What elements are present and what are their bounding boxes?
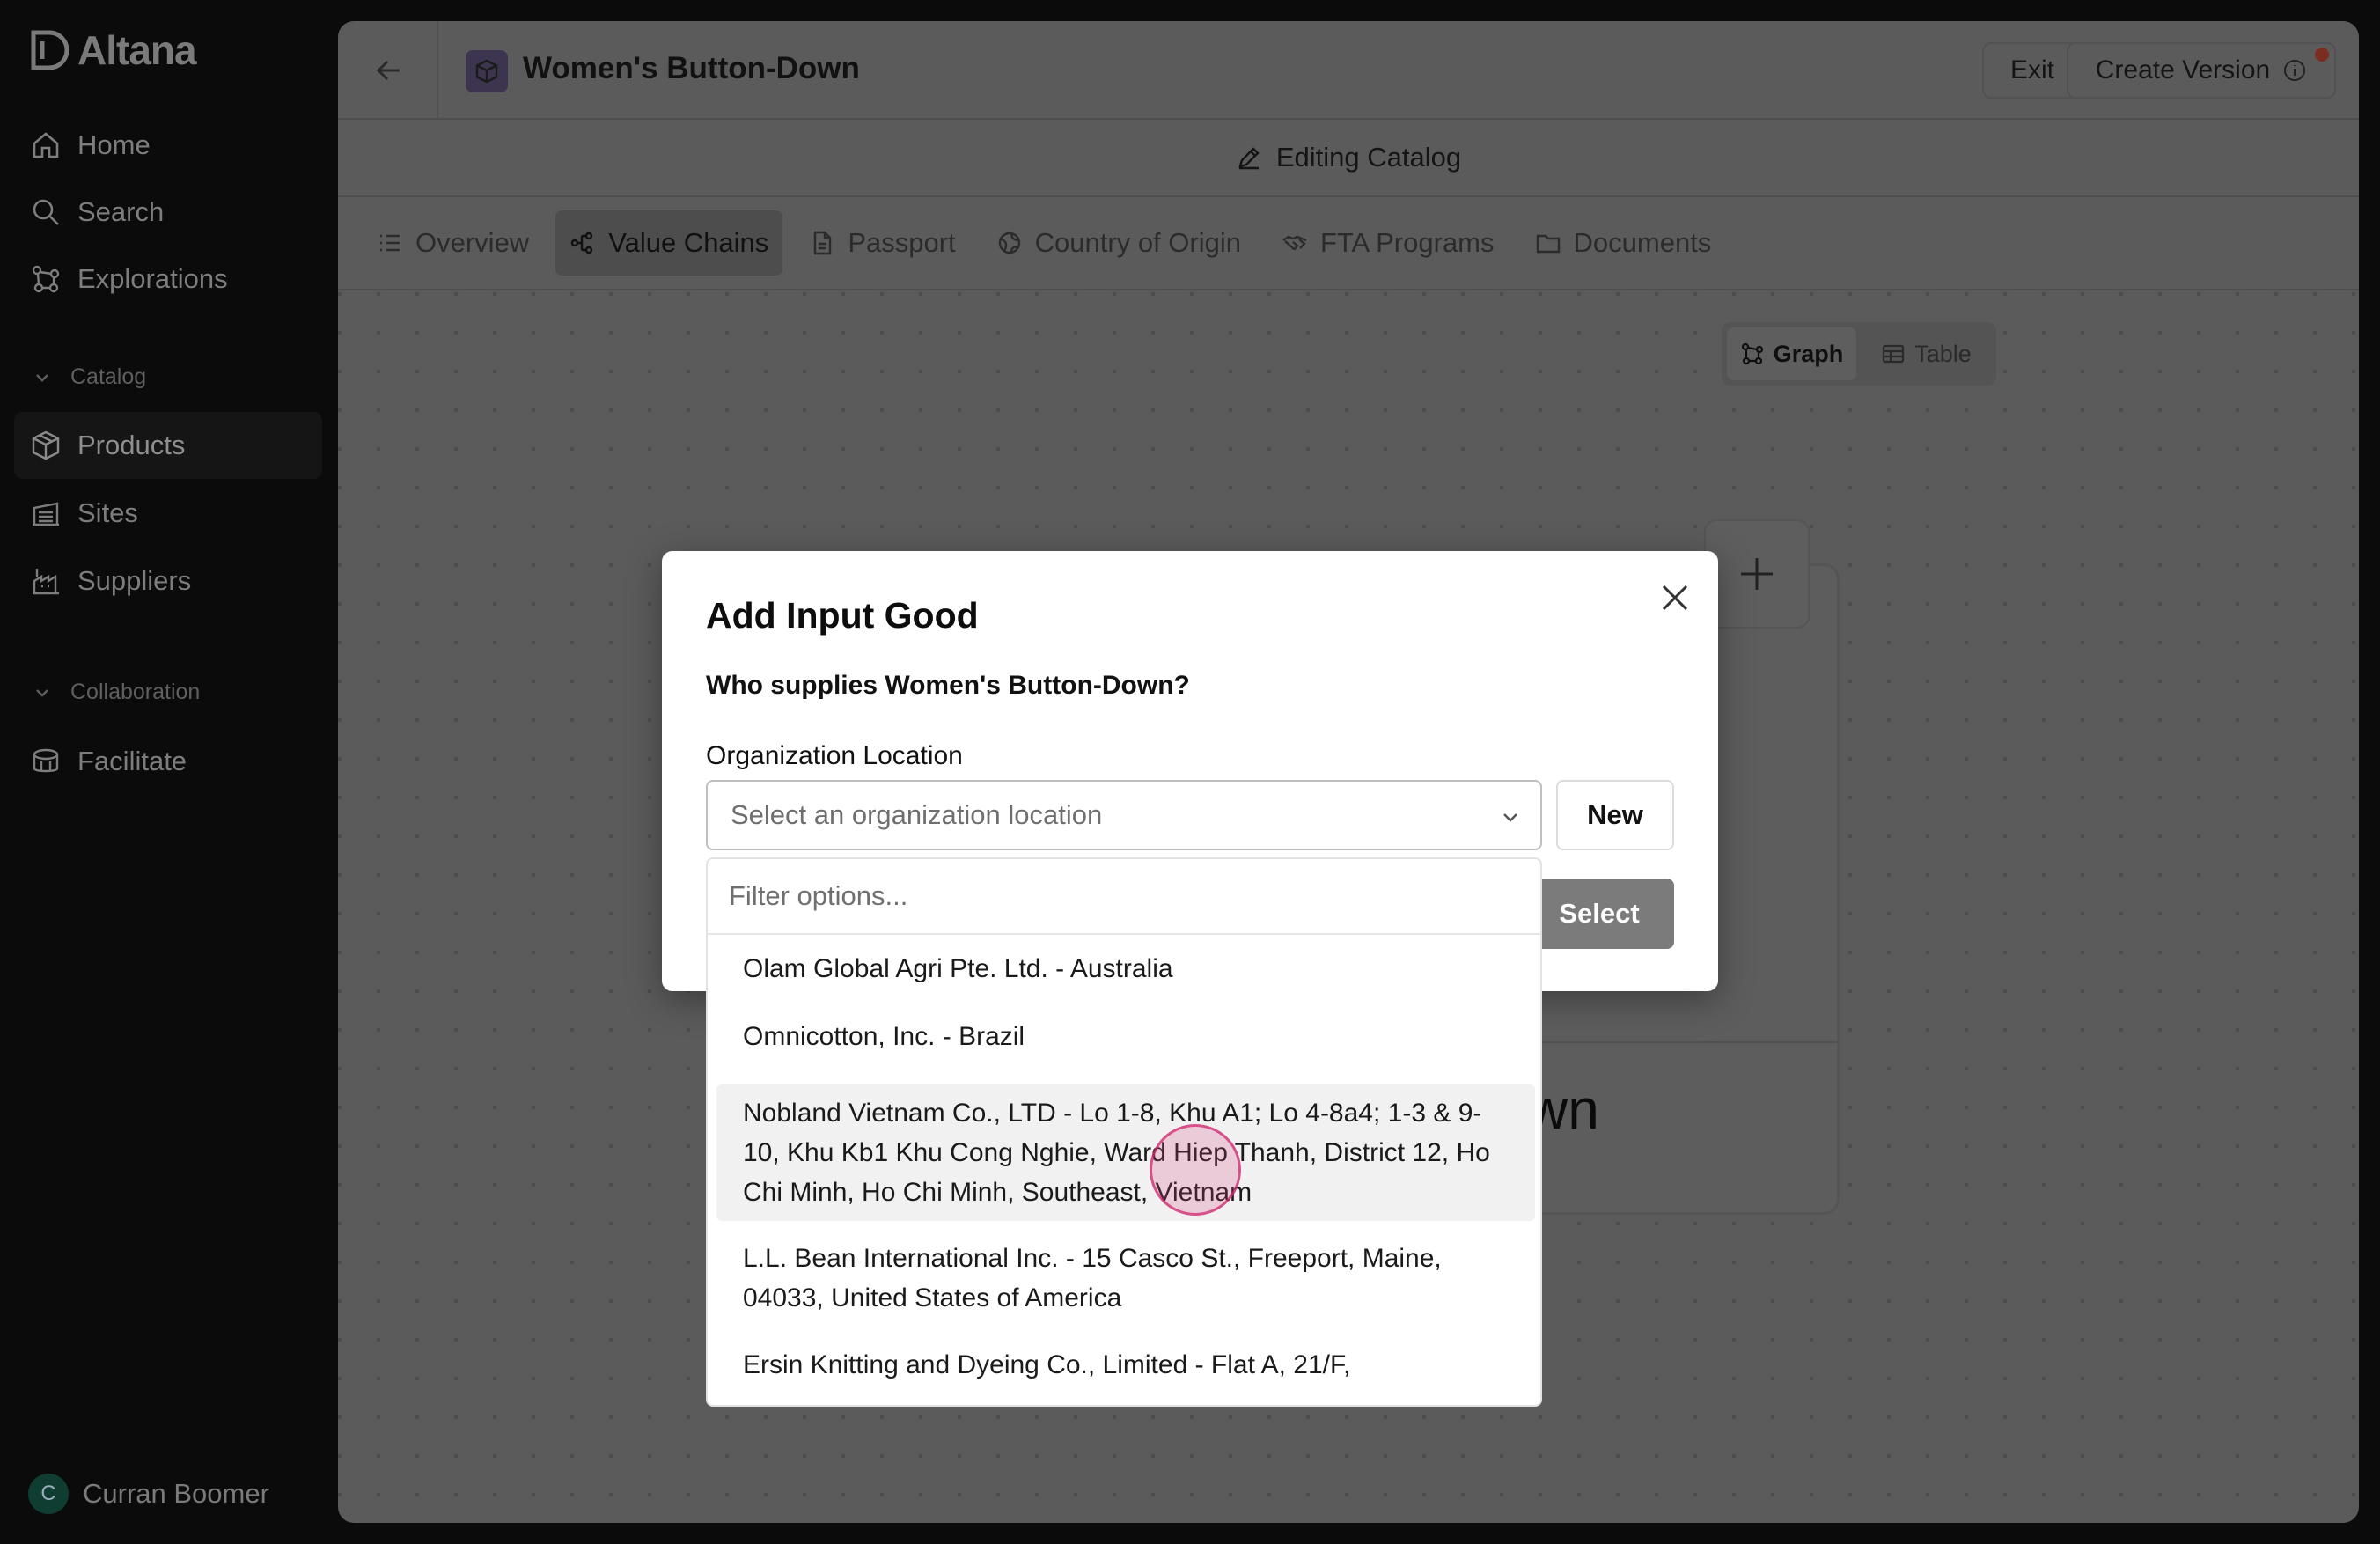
top-bar: Women's Button-Down Exit Create Version: [338, 21, 2359, 120]
sidebar-item-label: Sites: [77, 497, 138, 528]
sidebar-item-facilitate[interactable]: Facilitate: [14, 728, 322, 795]
dialog-title: Add Input Good: [706, 595, 979, 636]
view-toggle: Graph Table: [1722, 322, 1996, 386]
box-icon: [32, 430, 60, 460]
filter-row: [708, 859, 1540, 935]
sidebar-item-label: Suppliers: [77, 565, 192, 596]
divider: [437, 21, 438, 120]
section-catalog[interactable]: Catalog: [33, 364, 146, 390]
page-title: Women's Button-Down: [523, 51, 860, 85]
avatar: C: [28, 1474, 69, 1514]
sidebar-item-label: Search: [77, 196, 165, 227]
dialog-question: Who supplies Women's Button-Down?: [706, 671, 1190, 700]
search-icon: [33, 199, 59, 225]
facilitate-icon: [33, 748, 59, 773]
cursor-indicator: [1150, 1124, 1241, 1216]
product-icon: [466, 50, 508, 92]
box-icon: [475, 59, 498, 84]
tab-country-of-origin[interactable]: Country of Origin: [982, 210, 1255, 276]
globe-icon: [998, 232, 1020, 254]
editing-banner: Editing Catalog: [338, 120, 2359, 197]
brand-name: Altana: [77, 27, 197, 73]
sidebar-item-label: Explorations: [77, 263, 228, 294]
chevron-down-icon: [36, 688, 48, 697]
sidebar-item-label: Facilitate: [77, 746, 187, 776]
tab-value-chains[interactable]: Value Chains: [555, 210, 783, 276]
tab-overview[interactable]: Overview: [363, 210, 543, 276]
chevron-down-icon: [36, 373, 48, 382]
table-view-button[interactable]: Table: [1862, 327, 1991, 380]
folder-icon: [1536, 234, 1560, 254]
explorations-icon: [32, 265, 60, 293]
user-menu[interactable]: C Curran Boomer: [28, 1474, 269, 1514]
tab-passport[interactable]: Passport: [795, 210, 969, 276]
document-icon: [814, 231, 832, 255]
chevron-down-icon: [1503, 813, 1517, 822]
sidebar: Altana Home Search Explorations Catalog …: [0, 0, 338, 1544]
home-icon: [33, 132, 59, 158]
select-placeholder: Select an organization location: [731, 799, 1103, 830]
tab-fta-programs[interactable]: FTA Programs: [1267, 210, 1509, 276]
sidebar-item-explorations[interactable]: Explorations: [14, 246, 322, 312]
sidebar-item-suppliers[interactable]: Suppliers: [14, 548, 322, 614]
add-node-button[interactable]: [1704, 519, 1810, 629]
list-icon: [380, 234, 400, 252]
organization-location-dropdown: Olam Global Agri Pte. Ltd. - Australia O…: [706, 857, 1542, 1407]
value-chain-icon: [571, 232, 593, 254]
dropdown-option[interactable]: Olam Global Agri Pte. Ltd. - Australia: [716, 949, 1535, 989]
filter-options-input[interactable]: [729, 880, 1503, 912]
graph-icon: [1741, 342, 1763, 365]
tab-bar: Overview Value Chains Passport Country o…: [338, 197, 2359, 290]
info-icon: [2284, 60, 2306, 81]
dropdown-option-hovered[interactable]: Nobland Vietnam Co., LTD - Lo 1-8, Khu A…: [716, 1084, 1535, 1221]
brand[interactable]: Altana: [26, 26, 197, 74]
plus-icon: [1741, 558, 1773, 590]
altana-logo-icon: [31, 30, 69, 70]
close-icon[interactable]: [1656, 579, 1693, 616]
user-name: Curran Boomer: [83, 1478, 269, 1509]
organization-location-label: Organization Location: [706, 741, 963, 770]
dropdown-option[interactable]: Ersin Knitting and Dyeing Co., Limited -…: [716, 1345, 1535, 1385]
suppliers-icon: [33, 569, 59, 595]
sidebar-item-sites[interactable]: Sites: [14, 480, 322, 547]
organization-location-select[interactable]: Select an organization location: [706, 780, 1542, 850]
select-button[interactable]: Select: [1524, 879, 1674, 949]
table-icon: [1883, 344, 1905, 364]
dropdown-option[interactable]: Omnicotton, Inc. - Brazil: [716, 1017, 1535, 1056]
sidebar-item-label: Products: [77, 430, 186, 460]
notification-dot: [2315, 48, 2329, 62]
graph-view-button[interactable]: Graph: [1727, 327, 1856, 380]
dropdown-option[interactable]: L.L. Bean International Inc. - 15 Casco …: [716, 1239, 1535, 1318]
editing-label: Editing Catalog: [1275, 142, 1462, 173]
create-version-button[interactable]: Create Version: [2067, 42, 2336, 99]
new-location-button[interactable]: New: [1556, 780, 1674, 850]
section-collaboration[interactable]: Collaboration: [33, 680, 200, 705]
sidebar-item-products[interactable]: Products: [14, 412, 322, 479]
factory-icon: [33, 502, 59, 526]
pencil-icon: [1238, 147, 1260, 170]
back-arrow-icon[interactable]: [370, 51, 408, 90]
tab-documents[interactable]: Documents: [1521, 210, 1726, 276]
sidebar-item-search[interactable]: Search: [14, 179, 322, 246]
handshake-icon: [1282, 235, 1307, 251]
sidebar-item-label: Home: [77, 129, 151, 160]
sidebar-item-home[interactable]: Home: [14, 112, 322, 179]
